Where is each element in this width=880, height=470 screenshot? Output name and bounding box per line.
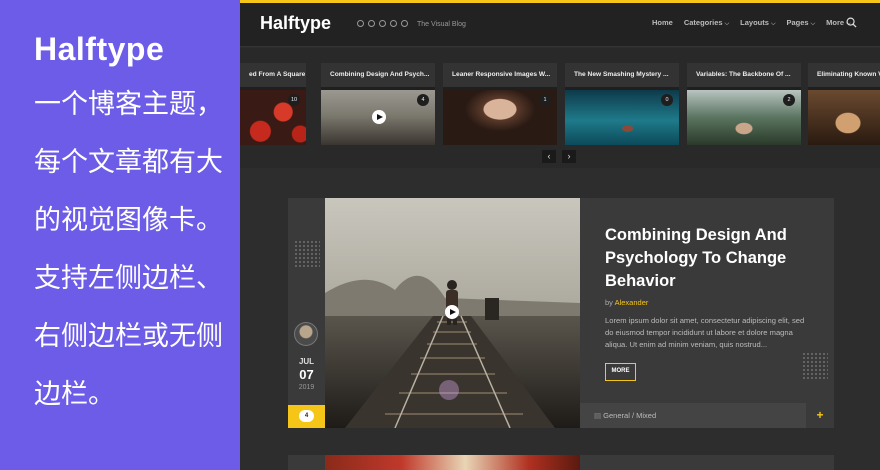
promo-title: Halftype [34, 31, 165, 67]
hands-image [808, 90, 880, 145]
site-tagline: The Visual Blog [417, 21, 466, 28]
card-title: ed From A Square ... [240, 63, 306, 87]
chevron-down-icon: ⌵ [770, 21, 776, 27]
decorative-dots [802, 352, 828, 380]
slider-card[interactable]: ed From A Square ... 10 [240, 63, 306, 145]
post-byline: by Alexander [605, 298, 648, 307]
chevron-down-icon: ⌵ [810, 21, 816, 27]
avatar[interactable] [294, 322, 318, 346]
site-header: Halftype The Visual Blog Home Categories… [240, 3, 880, 47]
facebook-icon[interactable] [357, 20, 364, 27]
comments-button[interactable]: 4 [288, 405, 325, 428]
slider-arrows: ‹ › [542, 150, 576, 163]
comment-bubble-icon: 4 [299, 410, 314, 422]
post-excerpt: Lorem ipsum dolor sit amet, consectetur … [605, 316, 805, 349]
slider-card[interactable]: Variables: The Backbone Of ... 2 [687, 63, 801, 145]
featured-image[interactable] [325, 198, 580, 428]
comment-count: 4 [417, 94, 429, 106]
instagram-icon[interactable] [379, 20, 386, 27]
slider-card[interactable]: The New Smashing Mystery ... 0 [565, 63, 679, 145]
nav-label: More [826, 18, 845, 27]
snapchat-icon[interactable] [401, 20, 408, 27]
post-title[interactable]: Combining Design And Psychology To Chang… [605, 224, 820, 293]
slider-card[interactable]: Eliminating Known V [808, 63, 880, 145]
card-title: The New Smashing Mystery ... [565, 63, 679, 87]
social-links [357, 20, 408, 27]
post-content: Combining Design And Psychology To Chang… [580, 198, 834, 428]
comment-count: 2 [783, 94, 795, 106]
comment-count: 1 [539, 94, 551, 106]
play-icon[interactable] [372, 110, 386, 124]
more-button[interactable]: MORE [605, 363, 636, 381]
post-day: 07 [299, 367, 314, 382]
screenshot-root: Halftype 一个博客主题，每个文章都有大的视觉图像卡。支持左侧边栏、右侧边… [0, 0, 880, 470]
category-link[interactable]: ▤ General / Mixed [594, 411, 656, 420]
site-logo[interactable]: Halftype [260, 13, 331, 34]
blog-site: Halftype The Visual Blog Home Categories… [240, 0, 880, 470]
plus-icon[interactable]: + [806, 403, 834, 428]
pinterest-icon[interactable] [390, 20, 397, 27]
card-title: Combining Design And Psych... [321, 63, 435, 87]
byline-prefix: by [605, 298, 613, 307]
featured-post: JUL 07 2019 4 Combining Design And Psych… [288, 198, 834, 428]
nav-label: Categories [683, 18, 723, 27]
card-title: Leaner Responsive Images W... [443, 63, 557, 87]
category-label: General / Mixed [603, 411, 657, 420]
slider-card[interactable]: Combining Design And Psych... 4 [321, 63, 435, 145]
post-year: 2019 [298, 384, 315, 391]
slider-card[interactable]: Leaner Responsive Images W... 1 [443, 63, 557, 145]
nav-label: Pages [786, 18, 809, 27]
search-icon[interactable] [846, 17, 857, 28]
chevron-down-icon: ⌵ [724, 21, 730, 27]
twitter-icon[interactable] [368, 20, 375, 27]
author-link[interactable]: Alexander [615, 298, 649, 307]
nav-label: Home [652, 18, 673, 27]
promo-panel: Halftype 一个博客主题，每个文章都有大的视觉图像卡。支持左侧边栏、右侧边… [0, 0, 240, 470]
comment-count: 10 [288, 94, 300, 106]
card-title: Eliminating Known V [808, 63, 880, 87]
next-post-image[interactable] [325, 455, 580, 470]
comment-count: 0 [661, 94, 673, 106]
nav-layouts[interactable]: Layouts ⌵ [740, 18, 775, 28]
document-icon: ▤ [594, 411, 604, 420]
promo-description: 一个博客主题，每个文章都有大的视觉图像卡。支持左侧边栏、右侧边栏或无侧边栏。 [34, 89, 223, 410]
play-icon[interactable] [445, 305, 459, 319]
decorative-dots [294, 240, 320, 268]
main-nav: Home Categories ⌵ Layouts ⌵ Pages ⌵ More ⌵ [652, 18, 851, 28]
post-meta-column: JUL 07 2019 4 [288, 198, 325, 428]
nav-label: Layouts [740, 18, 769, 27]
card-title: Variables: The Backbone Of ... [687, 63, 801, 87]
post-footer: ▤ General / Mixed [580, 403, 806, 428]
post-slider: ed From A Square ... 10 Combining Design… [240, 48, 880, 168]
nav-home[interactable]: Home [652, 18, 673, 28]
chevron-left-icon[interactable]: ‹ [542, 150, 556, 163]
nav-categories[interactable]: Categories ⌵ [684, 18, 729, 28]
nav-pages[interactable]: Pages ⌵ [787, 18, 816, 28]
post-month: JUL [298, 357, 315, 366]
chevron-right-icon[interactable]: › [562, 150, 576, 163]
